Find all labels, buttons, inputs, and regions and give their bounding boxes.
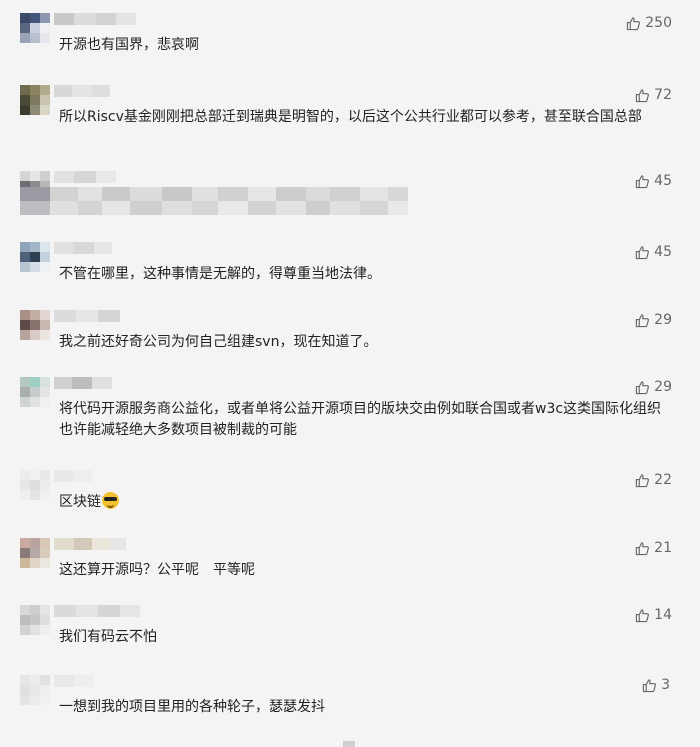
scroll-indicator [343,741,355,747]
username-blurred[interactable] [54,13,136,25]
like-button[interactable]: 72 [635,87,672,103]
like-count: 45 [654,173,672,189]
username-blurred[interactable] [54,85,110,97]
like-count: 72 [654,87,672,103]
like-button[interactable]: 3 [642,677,670,693]
comment-text-blurred [20,201,408,215]
comment-text: 不管在哪里，这种事情是无解的，得尊重当地法律。 [59,266,381,282]
username-blurred[interactable] [54,310,120,322]
comment-text: 所以Riscv基金刚刚把总部迁到瑞典是明智的，以后这个公共行业都可以参考，甚至联… [59,109,642,125]
comment-text: 我之前还好奇公司为何自己组建svn，现在知道了。 [59,334,378,350]
like-button[interactable]: 14 [635,607,672,623]
sunglasses-emoji-icon [102,492,119,509]
comment-text-blurred [20,187,408,201]
like-count: 21 [654,540,672,556]
like-count: 14 [654,607,672,623]
username-blurred[interactable] [54,675,94,687]
thumbs-up-icon [636,245,650,259]
avatar[interactable] [20,377,50,407]
thumbs-up-icon [636,473,650,487]
avatar[interactable] [20,242,50,272]
like-count: 250 [645,15,672,31]
like-count: 3 [661,677,670,693]
like-button[interactable]: 45 [635,173,672,189]
thumbs-up-icon [636,313,650,327]
like-button[interactable]: 250 [626,15,672,31]
avatar[interactable] [20,605,50,635]
like-button[interactable]: 21 [635,540,672,556]
comment-text: 将代码开源服务商公益化，或者单将公益开源项目的版块交由例如联合国或者w3c这类国… [59,401,662,438]
like-count: 29 [654,379,672,395]
avatar[interactable] [20,85,50,115]
comment-text: 开源也有国界，悲哀啊 [59,37,199,53]
comment-text: 我们有码云不怕 [59,629,157,645]
like-count: 29 [654,312,672,328]
thumbs-up-icon [642,678,657,692]
like-count: 45 [654,244,672,260]
like-button[interactable]: 29 [635,379,672,395]
avatar[interactable] [20,310,50,340]
thumbs-up-icon [627,16,641,30]
comment-text: 这还算开源吗？公平呢 平等呢 [59,562,255,578]
like-count: 22 [654,472,672,488]
thumbs-up-icon [636,174,650,188]
avatar[interactable] [20,470,50,500]
username-blurred[interactable] [54,171,116,183]
comment-text-container: 区块链 [59,492,671,513]
comment-text: 区块链 [59,494,101,510]
avatar[interactable] [20,538,50,568]
like-button[interactable]: 22 [635,472,672,488]
username-blurred[interactable] [54,605,140,617]
thumbs-up-icon [636,608,650,622]
like-button[interactable]: 29 [635,312,672,328]
username-blurred[interactable] [54,538,126,550]
thumbs-up-icon [636,380,650,394]
avatar[interactable] [20,675,50,705]
avatar[interactable] [20,13,50,43]
username-blurred[interactable] [54,377,112,389]
username-blurred[interactable] [54,470,92,482]
like-button[interactable]: 45 [635,244,672,260]
thumbs-up-icon [636,88,650,102]
username-blurred[interactable] [54,242,112,254]
thumbs-up-icon [636,541,650,555]
comment-text: 一想到我的项目里用的各种轮子，瑟瑟发抖 [59,699,325,715]
